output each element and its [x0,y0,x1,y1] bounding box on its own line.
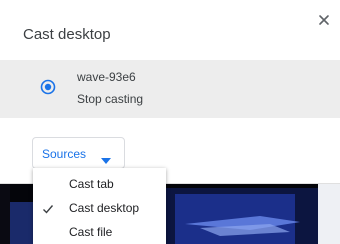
cast-sink-radio-icon [40,79,56,95]
sources-button[interactable]: Sources [32,137,125,169]
sink-item-row[interactable]: wave-93e6 Stop casting [0,60,340,118]
cast-dialog: Cast desktop wave-93e6 Stop casting Sour… [0,0,340,184]
checkmark-icon [42,202,54,214]
menu-item-label: Cast desktop [69,201,140,215]
menu-item-cast-desktop[interactable]: Cast desktop [33,196,166,220]
stop-casting-link[interactable]: Stop casting [77,92,143,106]
sources-menu: Cast tab Cast desktop Cast file [33,168,166,244]
menu-item-cast-tab[interactable]: Cast tab [33,172,166,196]
close-icon[interactable] [316,12,332,28]
triangle-down-icon [101,151,111,164]
menu-item-label: Cast tab [69,177,114,191]
menu-item-label: Cast file [69,225,113,239]
sink-name: wave-93e6 [77,70,136,84]
menu-item-cast-file[interactable]: Cast file [33,220,166,244]
dialog-title: Cast desktop [23,26,111,43]
sources-button-label: Sources [42,147,87,161]
